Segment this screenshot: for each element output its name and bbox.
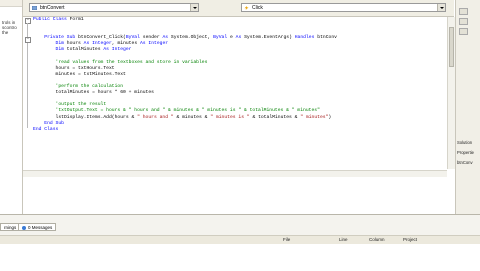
code-token: btnConv bbox=[317, 35, 337, 41]
code-token: ByVal bbox=[125, 35, 143, 41]
column-column[interactable]: Column bbox=[369, 236, 385, 244]
code-token: As Integer bbox=[103, 47, 132, 53]
properties-toolbar-icon[interactable] bbox=[459, 8, 468, 15]
code-token: Dim bbox=[55, 47, 67, 53]
view-code-icon[interactable] bbox=[459, 18, 468, 25]
code-token: ) bbox=[328, 114, 332, 120]
horizontal-scrollbar[interactable] bbox=[23, 170, 447, 177]
chevron-down-icon[interactable] bbox=[190, 4, 198, 11]
code-token: totalMinutes bbox=[66, 47, 104, 53]
vertical-scrollbar[interactable] bbox=[447, 17, 455, 169]
collapse-class-icon[interactable]: − bbox=[25, 18, 31, 24]
error-list-body bbox=[0, 244, 480, 271]
code-token: Form1 bbox=[69, 17, 84, 22]
code-token: " hours and " bbox=[137, 114, 174, 120]
code-token: 'read values from the textboxes and stor… bbox=[55, 59, 208, 65]
code-token: End Class bbox=[33, 126, 59, 132]
info-icon bbox=[22, 225, 26, 230]
method-name-dropdown[interactable]: Click bbox=[241, 3, 446, 12]
code-token: ByVal bbox=[213, 35, 230, 41]
selected-object-label: btnConv bbox=[457, 160, 473, 165]
chevron-down-icon[interactable] bbox=[437, 4, 445, 11]
code-token: Private Sub bbox=[44, 35, 79, 41]
code-token: As Integer bbox=[83, 41, 112, 47]
code-token: sender bbox=[142, 35, 163, 41]
method-name-value: Click bbox=[252, 5, 263, 11]
code-token: btnConvert_Click( bbox=[78, 35, 126, 41]
code-lines: Public Class Form1 Private Sub btnConver… bbox=[33, 17, 337, 133]
class-name-value: btnConvert bbox=[40, 5, 65, 11]
properties-tab[interactable]: Propertie bbox=[457, 150, 474, 155]
solution-explorer-panel: Solution Propertie btnConv bbox=[455, 0, 480, 214]
code-token: & totalMinutes & bbox=[249, 114, 301, 120]
column-project[interactable]: Project bbox=[403, 236, 417, 244]
code-editor: btnConvert Click − − Public Class Form1 … bbox=[23, 0, 455, 214]
code-token: 'perform the calculation bbox=[55, 84, 124, 90]
error-list-panel: rnings 0 Messages File Line Column Proje… bbox=[0, 214, 480, 271]
code-token: hours = txtHours.Text bbox=[33, 65, 115, 71]
toolbox-text: trols in scontro the bbox=[2, 20, 17, 35]
code-token: 'output the result bbox=[55, 102, 107, 108]
code-token: As bbox=[162, 35, 171, 41]
code-token: Handles bbox=[294, 35, 318, 41]
scroll-thumb[interactable] bbox=[449, 27, 454, 67]
code-token: minutes = txtMinutes.Text bbox=[33, 71, 126, 77]
code-token: " minutes is " bbox=[210, 114, 250, 120]
code-line[interactable]: lstDisplay.Items.Add(hours & " hours and… bbox=[33, 115, 337, 121]
code-token: End Sub bbox=[44, 120, 64, 126]
code-line[interactable]: End Class bbox=[33, 127, 337, 133]
class-name-dropdown[interactable]: btnConvert bbox=[29, 3, 199, 12]
column-line[interactable]: Line bbox=[339, 236, 348, 244]
lightning-icon bbox=[244, 6, 249, 10]
code-token: totalMinutes = hours * 60 + minutes bbox=[33, 90, 154, 96]
messages-tab-label: 0 Messages bbox=[28, 225, 53, 230]
code-token: System.EventArgs) bbox=[244, 35, 295, 41]
button-control-icon bbox=[32, 6, 37, 10]
toolbox-header bbox=[0, 0, 22, 7]
code-token: hours bbox=[66, 41, 84, 47]
editor-navigation-bar: btnConvert Click bbox=[23, 0, 454, 17]
messages-tab[interactable]: 0 Messages bbox=[18, 223, 57, 231]
code-token: , minutes bbox=[111, 41, 140, 47]
toolbox-panel: trols in scontro the bbox=[0, 0, 23, 214]
code-token: Public Class bbox=[33, 17, 70, 22]
code-token: " minutes" bbox=[300, 114, 329, 120]
code-token: As Integer bbox=[139, 41, 169, 47]
outline-gutter: − − bbox=[23, 17, 32, 169]
solution-explorer-tab[interactable]: Solution bbox=[457, 140, 472, 145]
code-token: 'txtOutput.Text = hours & " hours and " … bbox=[55, 108, 320, 114]
column-file[interactable]: File bbox=[283, 236, 290, 244]
error-list-tabs: rnings 0 Messages bbox=[0, 223, 480, 232]
code-token: System.Object, bbox=[170, 35, 214, 41]
code-text-area[interactable]: − − Public Class Form1 Private Sub btnCo… bbox=[23, 17, 447, 169]
code-token: & minutes & bbox=[173, 114, 211, 120]
refresh-icon[interactable] bbox=[459, 28, 468, 35]
code-token: lstDisplay.Items.Add(hours & bbox=[33, 114, 138, 120]
code-token: Dim bbox=[55, 41, 67, 47]
collapse-sub-icon[interactable]: − bbox=[25, 36, 31, 43]
code-token: As bbox=[235, 35, 245, 41]
